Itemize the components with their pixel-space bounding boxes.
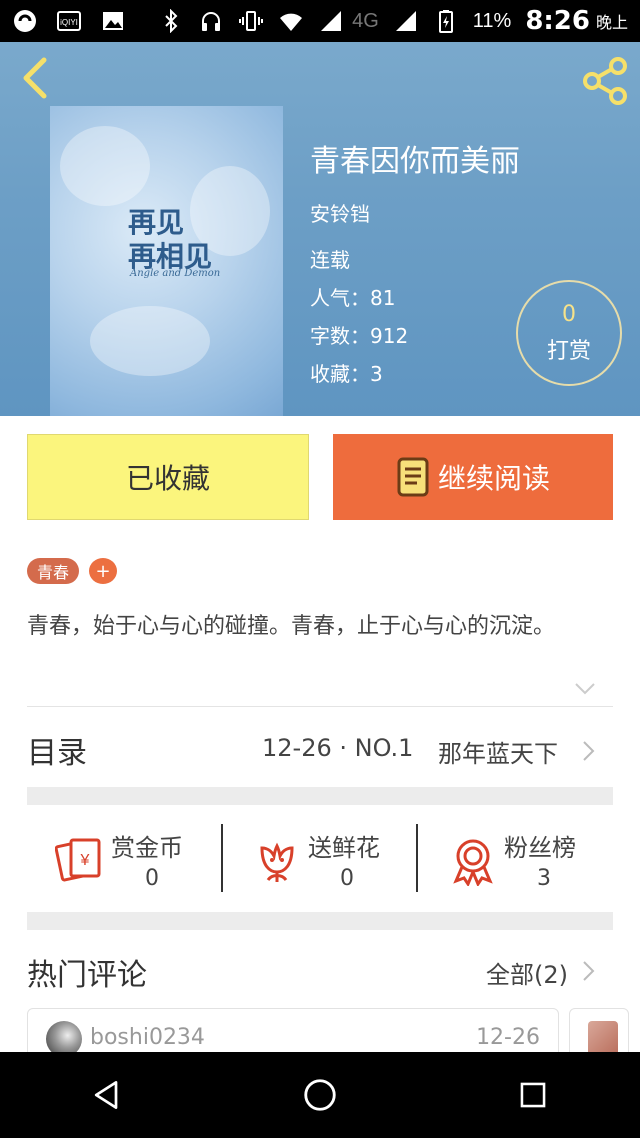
home-circle-icon <box>304 1079 336 1111</box>
coin-reward-stat[interactable]: ¥ 赏金币 0 <box>27 824 222 894</box>
signal-icon <box>318 8 344 34</box>
chevron-right-icon <box>583 741 595 761</box>
tag-item[interactable]: 青春 <box>27 558 80 584</box>
flower-icon <box>260 842 294 882</box>
cover-texture <box>90 306 210 376</box>
stat-value: 3 <box>537 866 551 891</box>
book-status: 连载 <box>310 248 350 272</box>
reward-label: 打赏 <box>546 338 591 364</box>
clock-time: 8:26 <box>525 6 590 36</box>
reward-button[interactable]: 0 打赏 <box>516 280 622 386</box>
flower-stat[interactable]: 送鲜花 0 <box>224 824 416 894</box>
status-bar: iQIYI 4G 11% 8:26 晚上 <box>0 0 640 42</box>
divider <box>27 706 613 707</box>
add-tag-button[interactable]: + <box>89 558 117 584</box>
fan-ranking-stat[interactable]: 粉丝榜 3 <box>420 824 613 894</box>
toc-latest-date: 12-26 · NO.1 <box>262 734 414 762</box>
toc-latest-chapter: 那年蓝天下 <box>438 740 558 768</box>
nav-home-button[interactable] <box>295 1070 345 1120</box>
battery-icon <box>433 8 459 34</box>
iqiyi-icon: iQIYI <box>56 8 82 34</box>
image-icon <box>100 8 126 34</box>
triangle-back-icon <box>94 1081 118 1109</box>
share-icon <box>583 57 627 105</box>
cover-subtitle: Angle and Demon <box>130 268 221 279</box>
section-separator <box>27 912 613 930</box>
badge-icon <box>453 839 493 886</box>
chevron-right-icon <box>583 961 595 981</box>
book-word-count: 字数：912 <box>310 324 409 348</box>
coin-icon: ¥ <box>55 838 101 882</box>
saved-button[interactable]: 已收藏 <box>27 434 309 520</box>
stat-value: 0 <box>145 866 159 891</box>
book-header: 再见 再相见 Angle and Demon 青春因你而美丽 安铃铛 连载 人气… <box>0 42 640 416</box>
hot-comments-title: 热门评论 <box>27 958 147 993</box>
book-favorites: 收藏：3 <box>310 362 383 386</box>
comment-date: 12-26 <box>476 1025 540 1050</box>
toc-label: 目录 <box>27 736 87 771</box>
headphones-icon <box>198 8 224 34</box>
app-icon <box>12 8 38 34</box>
system-nav-bar <box>0 1052 640 1138</box>
chevron-down-icon[interactable] <box>574 682 596 696</box>
stat-label: 粉丝榜 <box>504 834 576 862</box>
book-cover[interactable]: 再见 再相见 Angle and Demon <box>50 106 283 416</box>
network-type-label: 4G <box>352 9 379 32</box>
stat-divider <box>416 824 418 892</box>
bluetooth-icon <box>158 8 184 34</box>
book-popularity: 人气：81 <box>310 286 396 310</box>
battery-percent: 11% <box>472 9 512 32</box>
book-title: 青春因你而美丽 <box>310 144 520 179</box>
continue-reading-label: 继续阅读 <box>437 462 550 495</box>
book-synopsis: 青春，始于心与心的碰撞。青春，止于心与心的沉淀。 <box>27 614 556 639</box>
iqiyi-text: iQIYI <box>60 18 78 27</box>
nav-back-button[interactable] <box>82 1070 132 1120</box>
nav-recents-button[interactable] <box>508 1070 558 1120</box>
stat-value: 0 <box>340 866 354 891</box>
saved-button-label: 已收藏 <box>125 462 210 495</box>
vibrate-icon <box>238 8 264 34</box>
book-author[interactable]: 安铃铛 <box>310 198 370 227</box>
back-arrow-icon <box>23 57 47 99</box>
continue-reading-button[interactable]: 继续阅读 <box>333 434 613 520</box>
clock-period: 晚上 <box>595 13 628 32</box>
comment-username[interactable]: boshi0234 <box>90 1025 205 1050</box>
square-recents-icon <box>520 1082 546 1108</box>
stat-label: 赏金币 <box>111 834 183 862</box>
signal-icon-2 <box>393 8 419 34</box>
svg-text:¥: ¥ <box>80 852 90 869</box>
stat-divider <box>221 824 223 892</box>
cover-texture <box>60 126 150 206</box>
reward-count: 0 <box>562 301 576 327</box>
wifi-icon <box>278 8 304 34</box>
book-icon <box>397 457 429 497</box>
cover-title: 再见 再相见 <box>128 206 212 274</box>
back-button[interactable] <box>16 56 52 100</box>
stat-label: 送鲜花 <box>308 834 380 862</box>
section-separator <box>27 787 613 805</box>
share-button[interactable] <box>580 56 630 106</box>
all-comments-label: 全部(2) <box>486 961 568 989</box>
cover-title-line1: 再见 <box>128 206 185 239</box>
